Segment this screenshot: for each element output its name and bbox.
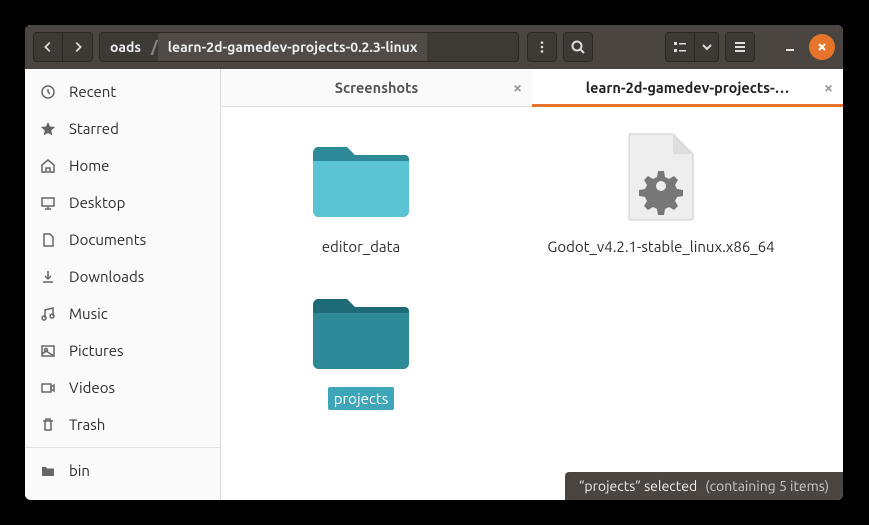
sidebar-item-label: Downloads: [69, 268, 144, 285]
folder-icon: [306, 279, 416, 379]
tab-bar: Screenshots × learn-2d-gamedev-projects-…: [221, 69, 843, 107]
sidebar-item-home[interactable]: Home: [25, 147, 220, 184]
view-mode-group: [665, 32, 719, 62]
main-pane: Screenshots × learn-2d-gamedev-projects-…: [221, 69, 843, 500]
sidebar-item-label: Trash: [69, 416, 105, 433]
file-manager-window: oads / learn-2d-gamedev-projects-0.2.3-l…: [25, 25, 843, 500]
tab-close-button[interactable]: ×: [513, 80, 522, 96]
videos-icon: [39, 379, 57, 397]
breadcrumb-menu-button[interactable]: [527, 32, 557, 62]
chevron-left-icon: [41, 40, 55, 54]
sidebar-item-label: Home: [69, 157, 109, 174]
trash-icon: [39, 416, 57, 434]
home-icon: [39, 157, 57, 175]
status-detail: (containing 5 items): [705, 478, 829, 494]
icon-view-icon: [672, 39, 688, 55]
file-item-godot-executable[interactable]: Godot_v4.2.1-stable_linux.x86_64: [541, 127, 781, 259]
pictures-icon: [39, 342, 57, 360]
hamburger-icon: [732, 39, 748, 55]
tab-screenshots[interactable]: Screenshots ×: [221, 69, 532, 106]
sidebar-item-music[interactable]: Music: [25, 295, 220, 332]
sidebar-item-pictures[interactable]: Pictures: [25, 332, 220, 369]
sidebar-item-label: bin: [69, 462, 90, 479]
sidebar-item-label: Starred: [69, 120, 119, 137]
breadcrumb-separator: /: [151, 38, 158, 56]
sidebar-item-bin[interactable]: bin: [25, 452, 220, 489]
kebab-icon: [535, 40, 549, 54]
sidebar-item-desktop[interactable]: Desktop: [25, 184, 220, 221]
file-label: editor_data: [316, 235, 406, 259]
documents-icon: [39, 231, 57, 249]
sidebar: Recent Starred Home Desktop Documents Do…: [25, 69, 221, 500]
tab-label: learn-2d-gamedev-projects-…: [586, 79, 789, 96]
folder-icon: [39, 462, 57, 480]
back-button[interactable]: [33, 32, 63, 62]
close-icon: [816, 41, 828, 53]
star-icon: [39, 120, 57, 138]
sidebar-item-label: Desktop: [69, 194, 125, 211]
sidebar-item-downloads[interactable]: Downloads: [25, 258, 220, 295]
window-body: Recent Starred Home Desktop Documents Do…: [25, 69, 843, 500]
desktop-icon: [39, 194, 57, 212]
breadcrumb-current[interactable]: learn-2d-gamedev-projects-0.2.3-linux: [158, 33, 428, 61]
file-item-projects[interactable]: projects: [241, 279, 481, 411]
forward-button[interactable]: [63, 32, 93, 62]
titlebar: oads / learn-2d-gamedev-projects-0.2.3-l…: [25, 25, 843, 69]
status-bar: “projects” selected (containing 5 items): [565, 472, 843, 500]
file-label: projects: [328, 387, 395, 411]
sidebar-separator: [25, 447, 220, 448]
sidebar-item-label: Documents: [69, 231, 146, 248]
tab-close-button[interactable]: ×: [824, 80, 833, 96]
sidebar-item-recent[interactable]: Recent: [25, 73, 220, 110]
sidebar-item-documents[interactable]: Documents: [25, 221, 220, 258]
file-grid[interactable]: editor_data: [221, 107, 843, 500]
minimize-button[interactable]: [777, 34, 803, 60]
breadcrumb[interactable]: oads / learn-2d-gamedev-projects-0.2.3-l…: [99, 32, 519, 62]
sidebar-item-label: Music: [69, 305, 108, 322]
hamburger-menu-button[interactable]: [725, 32, 755, 62]
sidebar-item-trash[interactable]: Trash: [25, 406, 220, 443]
folder-icon: [306, 127, 416, 227]
executable-icon: [606, 127, 716, 227]
chevron-right-icon: [71, 40, 85, 54]
sidebar-item-label: Videos: [69, 379, 115, 396]
breadcrumb-parent[interactable]: oads: [100, 33, 151, 61]
view-mode-dropdown[interactable]: [695, 32, 719, 62]
sidebar-item-label: Recent: [69, 83, 116, 100]
minimize-icon: [784, 41, 796, 53]
close-button[interactable]: [809, 34, 835, 60]
tab-learn-2d-gamedev[interactable]: learn-2d-gamedev-projects-… ×: [532, 69, 843, 106]
search-icon: [570, 39, 586, 55]
status-main: “projects” selected: [579, 478, 697, 494]
search-button[interactable]: [563, 32, 593, 62]
tab-label: Screenshots: [335, 79, 419, 96]
sidebar-item-starred[interactable]: Starred: [25, 110, 220, 147]
clock-icon: [39, 83, 57, 101]
nav-buttons: [33, 32, 93, 62]
sidebar-item-label: Pictures: [69, 342, 124, 359]
sidebar-item-videos[interactable]: Videos: [25, 369, 220, 406]
file-label: Godot_v4.2.1-stable_linux.x86_64: [541, 235, 780, 259]
file-item-editor-data[interactable]: editor_data: [241, 127, 481, 259]
view-mode-button[interactable]: [665, 32, 695, 62]
music-icon: [39, 305, 57, 323]
chevron-down-icon: [699, 39, 715, 55]
downloads-icon: [39, 268, 57, 286]
